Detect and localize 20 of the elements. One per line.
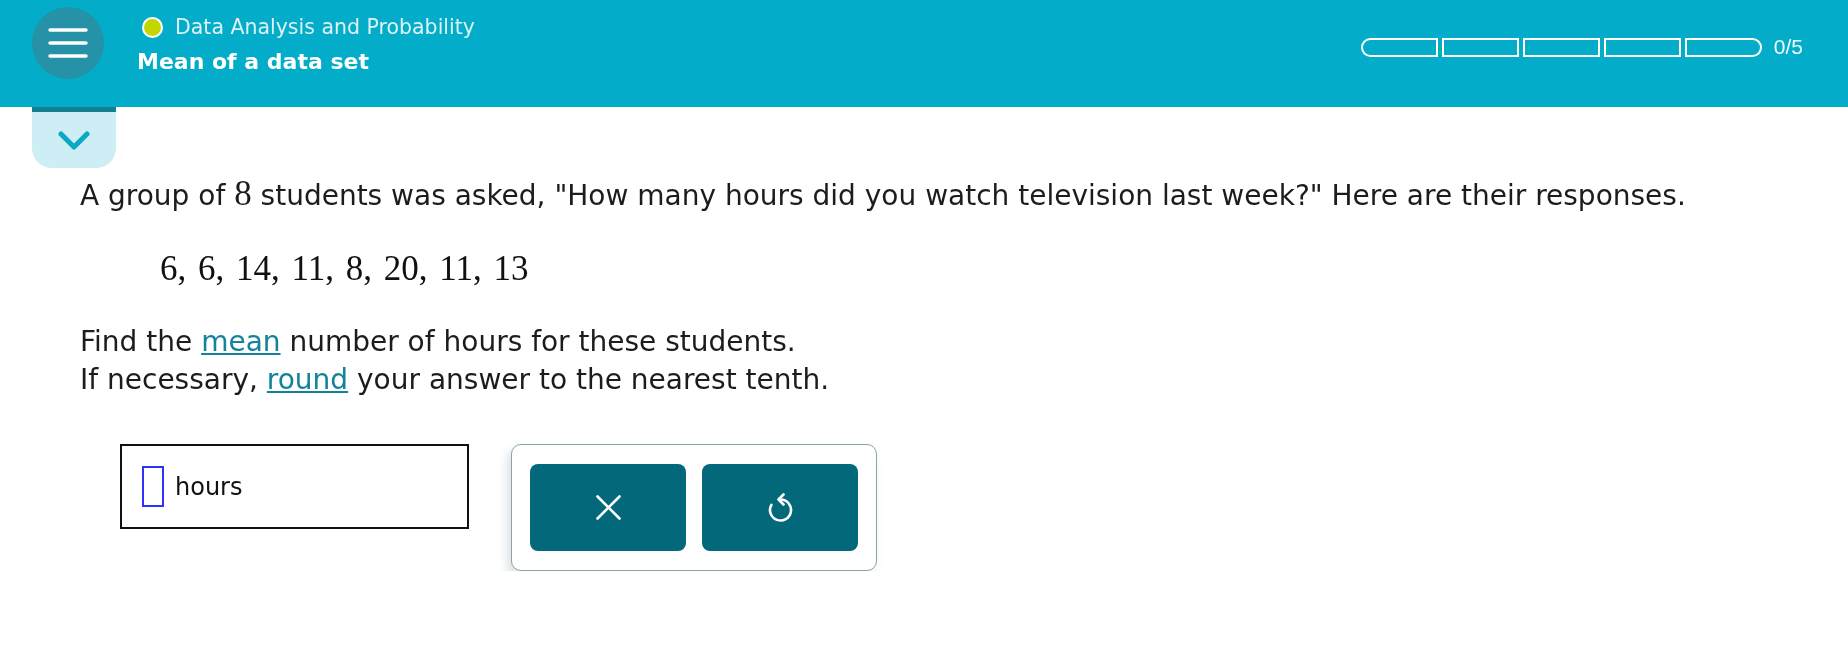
clear-button[interactable] [530, 464, 686, 551]
menu-icon [48, 28, 88, 58]
expand-tab[interactable] [32, 107, 116, 168]
rotate-left-icon [767, 492, 793, 523]
lesson-title: Mean of a data set [137, 48, 370, 76]
progress-count: 0/5 [1773, 35, 1803, 59]
question-text: A group of 8 students was asked, "How many hours did you watch television last week?" Here are their responses. [80, 177, 1687, 213]
chevron-down-icon [58, 130, 90, 150]
data-values: 6, 6, 14, 11, 8, 20, 11, 13 [160, 248, 530, 290]
instruction-text: If necessary, round your answer to the nearest tenth. [80, 362, 831, 398]
glossary-link[interactable]: round [266, 363, 349, 396]
status-dot-icon [142, 16, 163, 38]
topic-label: Data Analysis and Probability [175, 14, 475, 40]
answer-box[interactable]: hours [120, 444, 469, 529]
instruction-text: Find the mean number of hours for these students. [80, 324, 797, 360]
reset-button[interactable] [702, 464, 858, 551]
x-icon [595, 495, 621, 520]
input-slot[interactable] [142, 466, 164, 507]
glossary-link[interactable]: mean [201, 325, 281, 358]
unit-label: hours [175, 471, 243, 502]
